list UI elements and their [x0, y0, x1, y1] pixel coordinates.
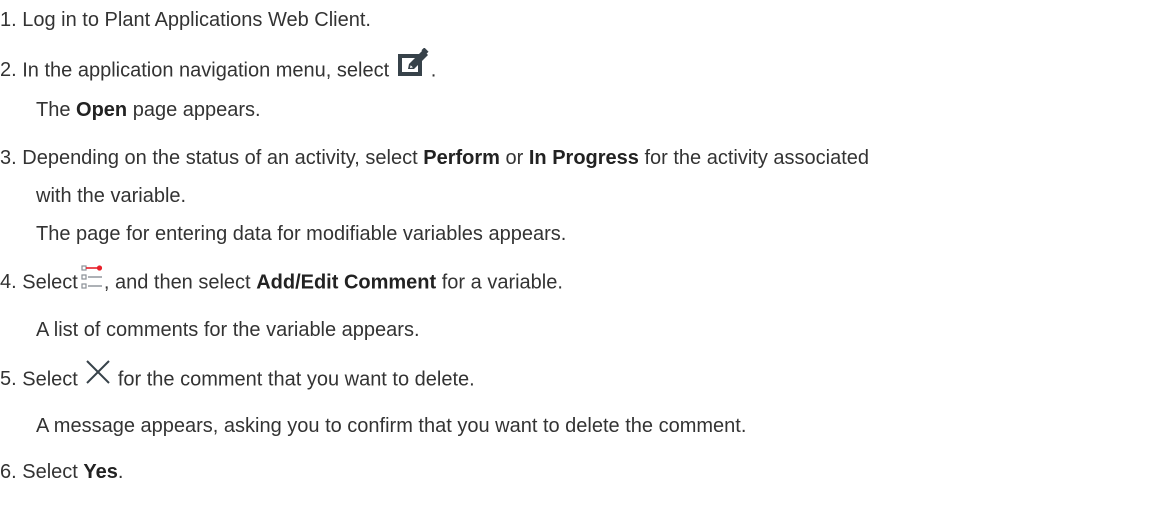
step-3-text-c: for the activity associated — [644, 147, 870, 169]
step-2-result-bold: Open — [76, 99, 128, 121]
step-3-result-text: The page for entering data for modifiabl… — [36, 223, 567, 245]
step-5: 5. Select for the comment that you want … — [0, 360, 475, 394]
step-3-bold-perform: Perform — [423, 147, 500, 169]
step-5-text: Select — [22, 368, 78, 391]
step-3-result: The page for entering data for modifiabl… — [36, 222, 566, 246]
step-6-bold-yes: Yes — [83, 461, 118, 483]
step-3-number: 3. — [0, 147, 17, 169]
step-4: 4. Select , and then select Add/Edit Com… — [0, 265, 563, 296]
step-2-result: The Open page appears. — [36, 98, 261, 122]
step-6-text-end: . — [117, 461, 124, 483]
step-4-bold: Add/Edit Comment — [256, 271, 437, 294]
step-2-result-text: page appears. — [132, 99, 261, 121]
step-5-text-after: for the comment that you want to delete. — [117, 368, 475, 391]
step-1: 1. Log in to Plant Applications Web Clie… — [0, 8, 371, 32]
procedure-steps: 1. Log in to Plant Applications Web Clie… — [0, 0, 1164, 526]
step-2-text: In the application navigation menu, sele… — [22, 59, 390, 82]
step-1-text: Log in to Plant Applications Web Client. — [22, 9, 371, 31]
step-5-number: 5. — [0, 368, 17, 391]
step-2-number: 2. — [0, 59, 17, 82]
step-1-number: 1. — [0, 9, 17, 31]
comment-list-icon — [81, 264, 103, 290]
step-6: 6. Select Yes. — [0, 460, 123, 484]
step-2: 2. In the application navigation menu, s… — [0, 47, 437, 86]
edit-square-icon — [397, 47, 431, 78]
step-3-text-a: Depending on the status of an activity, … — [22, 147, 418, 169]
step-6-text: Select — [22, 461, 78, 483]
close-x-icon — [84, 358, 112, 386]
step-4-result-text: A list of comments for the variable appe… — [36, 319, 420, 341]
step-4-result: A list of comments for the variable appe… — [36, 318, 420, 342]
step-3-bold-in-progress: In Progress — [528, 147, 639, 169]
step-4-text-after: , and then select — [103, 271, 251, 294]
step-2-result-prefix: The — [36, 99, 71, 121]
step-4-text-end: for a variable. — [441, 271, 563, 294]
step-4-number: 4. — [0, 271, 17, 294]
step-4-text: Select — [22, 271, 78, 294]
step-5-result: A message appears, asking you to confirm… — [36, 414, 746, 438]
step-6-number: 6. — [0, 461, 17, 483]
step-3: 3. Depending on the status of an activit… — [0, 146, 869, 170]
step-2-text-end: . — [430, 59, 437, 82]
step-3-text-wrap: with the variable. — [36, 185, 187, 207]
step-3-wrap: with the variable. — [36, 184, 186, 208]
step-3-text-b: or — [505, 147, 524, 169]
step-5-result-text: A message appears, asking you to confirm… — [36, 415, 747, 437]
